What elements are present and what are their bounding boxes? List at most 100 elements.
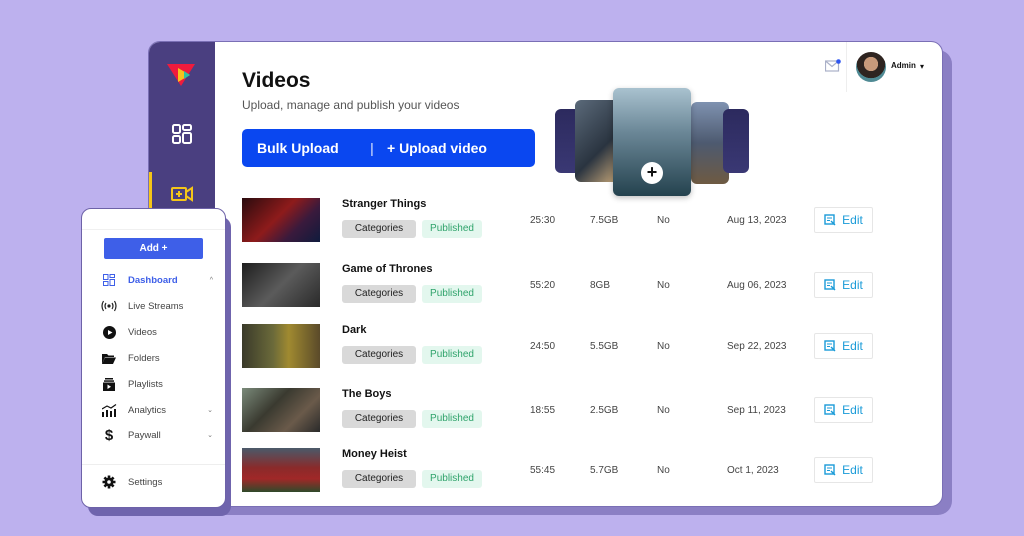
edit-label: Edit xyxy=(842,463,863,477)
edit-label: Edit xyxy=(842,278,863,292)
video-thumbnail[interactable] xyxy=(242,324,320,368)
date: Sep 11, 2023 xyxy=(727,405,786,416)
divider xyxy=(82,464,225,465)
dashboard-icon xyxy=(101,273,117,287)
sidebar-item-dashboard[interactable]: Dashboard ^ xyxy=(101,270,213,290)
play-circle-icon xyxy=(101,325,117,339)
categories-pill[interactable]: Categories xyxy=(342,346,416,364)
user-name[interactable]: Admin xyxy=(891,61,916,70)
edit-label: Edit xyxy=(842,339,863,353)
table-row[interactable]: Dark Categories Published 24:50 5.5GB No… xyxy=(242,324,882,370)
edit-icon xyxy=(824,464,836,476)
video-title[interactable]: Game of Thrones xyxy=(342,263,432,275)
date: Aug 13, 2023 xyxy=(727,215,787,226)
duration: 24:50 xyxy=(530,341,556,352)
status-badge: Published xyxy=(422,346,482,364)
video-title[interactable]: Money Heist xyxy=(342,448,407,460)
chevron-down-icon[interactable]: ⌄ xyxy=(207,431,213,439)
duration: 25:30 xyxy=(530,215,556,226)
table-row[interactable]: Stranger Things Categories Published 25:… xyxy=(242,198,882,244)
video-title[interactable]: The Boys xyxy=(342,388,392,400)
sidebar-item-label: Dashboard xyxy=(128,274,178,286)
upload-separator: | xyxy=(370,140,374,156)
duration: 55:20 xyxy=(530,280,556,291)
edit-button[interactable]: Edit xyxy=(814,457,873,483)
upload-video-button[interactable]: + Upload video xyxy=(387,140,487,156)
flag-value: No xyxy=(657,465,670,476)
video-carousel: + xyxy=(555,88,755,198)
chevron-up-icon[interactable]: ^ xyxy=(210,277,213,284)
file-size: 5.5GB xyxy=(590,341,619,352)
add-button[interactable]: Add + xyxy=(104,238,203,259)
add-icon[interactable]: + xyxy=(641,162,663,184)
upload-bar: Bulk Upload | + Upload video xyxy=(242,129,535,167)
categories-pill[interactable]: Categories xyxy=(342,470,416,488)
sidebar-item-live-streams[interactable]: Live Streams xyxy=(101,296,213,316)
sidebar-item-label: Videos xyxy=(128,326,157,338)
edit-button[interactable]: Edit xyxy=(814,207,873,233)
page-subtitle: Upload, manage and publish your videos xyxy=(242,98,460,112)
file-size: 5.7GB xyxy=(590,465,619,476)
carousel-card-featured[interactable]: + xyxy=(613,88,691,196)
page-title: Videos xyxy=(242,69,311,92)
sidebar-item-label: Live Streams xyxy=(128,300,184,312)
video-thumbnail[interactable] xyxy=(242,388,320,432)
duration: 55:45 xyxy=(530,465,556,476)
categories-pill[interactable]: Categories xyxy=(342,410,416,428)
add-video-icon[interactable] xyxy=(171,183,193,205)
video-title[interactable]: Dark xyxy=(342,324,366,336)
mail-icon[interactable] xyxy=(825,59,841,72)
sidebar-item-label: Analytics xyxy=(128,404,167,416)
flag-value: No xyxy=(657,215,670,226)
sidebar-item-label: Playlists xyxy=(128,378,163,390)
analytics-icon xyxy=(101,403,117,417)
sidebar-item-videos[interactable]: Videos xyxy=(101,322,213,342)
table-row[interactable]: Money Heist Categories Published 55:45 5… xyxy=(242,448,882,494)
status-badge: Published xyxy=(422,470,482,488)
edit-button[interactable]: Edit xyxy=(814,397,873,423)
categories-pill[interactable]: Categories xyxy=(342,220,416,238)
divider xyxy=(82,229,225,230)
table-row[interactable]: The Boys Categories Published 18:55 2.5G… xyxy=(242,388,882,434)
video-thumbnail[interactable] xyxy=(242,263,320,307)
flag-value: No xyxy=(657,341,670,352)
folder-icon xyxy=(101,351,117,365)
sidebar-item-label: Paywall xyxy=(128,429,161,441)
categories-pill[interactable]: Categories xyxy=(342,285,416,303)
status-badge: Published xyxy=(422,220,482,238)
gear-icon xyxy=(101,475,117,489)
table-row[interactable]: Game of Thrones Categories Published 55:… xyxy=(242,263,882,309)
edit-button[interactable]: Edit xyxy=(814,272,873,298)
playlist-icon xyxy=(101,377,117,391)
file-size: 8GB xyxy=(590,280,611,291)
bulk-upload-button[interactable]: Bulk Upload xyxy=(242,140,357,156)
avatar[interactable] xyxy=(856,52,886,82)
edit-button[interactable]: Edit xyxy=(814,333,873,359)
file-size: 7.5GB xyxy=(590,215,619,226)
sidebar-item-analytics[interactable]: Analytics ⌄ xyxy=(101,400,213,420)
date: Aug 06, 2023 xyxy=(727,280,787,291)
edit-icon xyxy=(824,279,836,291)
dashboard-icon[interactable] xyxy=(171,123,193,145)
edit-icon xyxy=(824,404,836,416)
main-panel: Videos Upload, manage and publish your v… xyxy=(148,41,943,507)
edit-icon xyxy=(824,340,836,352)
sidebar-item-paywall[interactable]: $ Paywall ⌄ xyxy=(101,425,213,445)
video-thumbnail[interactable] xyxy=(242,198,320,242)
video-thumbnail[interactable] xyxy=(242,448,320,492)
sidebar-item-label: Folders xyxy=(128,352,160,364)
sidebar-item-playlists[interactable]: Playlists xyxy=(101,374,213,394)
sidebar-item-folders[interactable]: Folders xyxy=(101,348,213,368)
chevron-down-icon[interactable]: ▾ xyxy=(920,62,924,71)
status-badge: Published xyxy=(422,410,482,428)
date: Oct 1, 2023 xyxy=(727,465,779,476)
date: Sep 22, 2023 xyxy=(727,341,787,352)
flag-value: No xyxy=(657,280,670,291)
dollar-icon: $ xyxy=(104,426,114,444)
sidebar-item-settings[interactable]: Settings xyxy=(101,472,213,492)
video-title[interactable]: Stranger Things xyxy=(342,198,426,210)
edit-label: Edit xyxy=(842,403,863,417)
carousel-card[interactable] xyxy=(723,109,749,173)
topbar-divider xyxy=(846,42,847,92)
chevron-down-icon[interactable]: ⌄ xyxy=(207,406,213,414)
